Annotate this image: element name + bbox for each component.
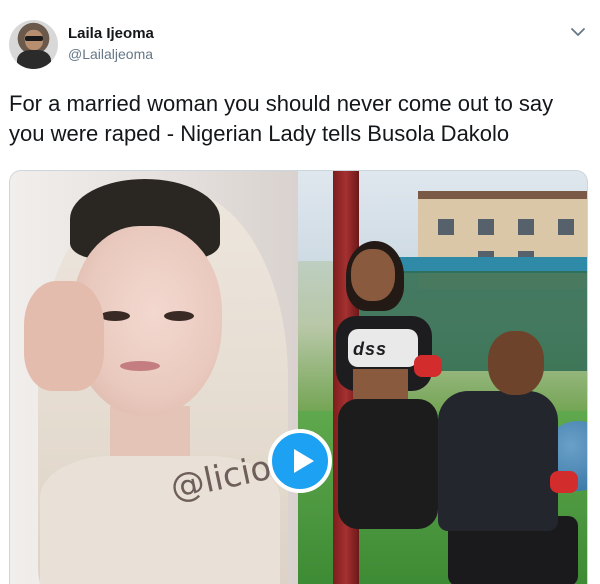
left-video-frame: @licio: [10, 171, 298, 584]
man-head: [488, 331, 544, 395]
boxing-glove: [550, 471, 578, 493]
tweet-card: Laila Ijeoma @Lailaljeoma For a married …: [0, 0, 600, 584]
woman-belly: [353, 369, 408, 399]
play-icon: [294, 449, 314, 473]
author-handle[interactable]: @Lailaljeoma: [68, 46, 153, 62]
building-window: [438, 219, 454, 235]
avatar-body: [17, 50, 51, 69]
chevron-down-icon[interactable]: [568, 22, 588, 42]
right-video-frame: dss: [298, 171, 587, 584]
raised-hand: [24, 281, 104, 391]
shirt-print: dss: [353, 339, 388, 359]
video-thumbnail[interactable]: @licio dss: [9, 170, 588, 584]
mouth: [120, 361, 160, 371]
building-window: [518, 219, 534, 235]
play-button[interactable]: [268, 429, 332, 493]
left-eye: [100, 311, 130, 321]
boxing-glove: [414, 355, 442, 377]
author-name[interactable]: Laila Ijeoma: [68, 25, 154, 42]
woman-legs: [338, 399, 438, 529]
man-tank-top: [438, 391, 558, 531]
right-eye: [164, 311, 194, 321]
building-window: [478, 219, 494, 235]
tweet-text: For a married woman you should never com…: [9, 91, 554, 146]
woman-face-right: [351, 249, 395, 301]
avatar-sunglasses: [25, 36, 43, 41]
building-window: [558, 219, 574, 235]
avatar[interactable]: [9, 20, 58, 69]
